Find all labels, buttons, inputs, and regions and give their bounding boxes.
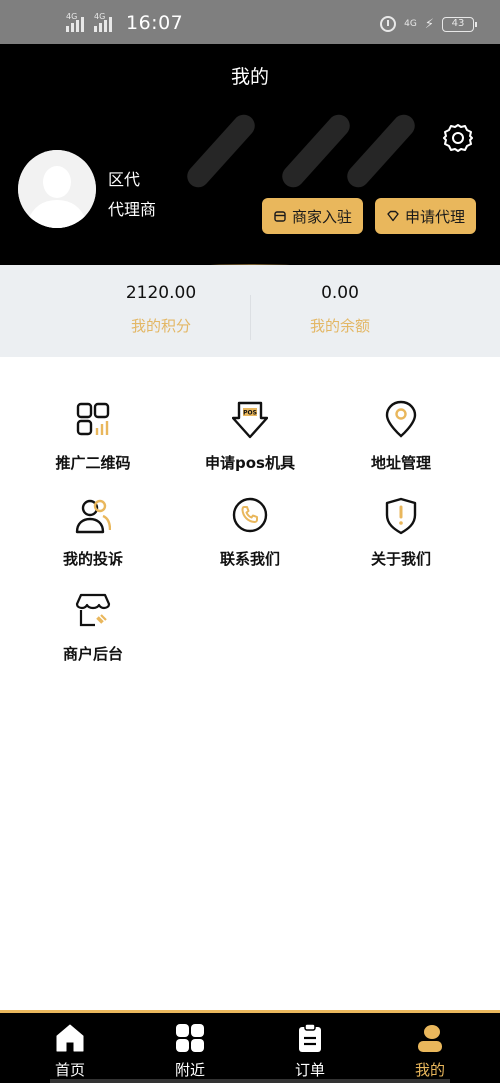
signal-icon: 4G (94, 12, 116, 32)
tab-orders[interactable]: 订单 (250, 1021, 370, 1083)
clock: 16:07 (126, 12, 184, 34)
tab-home[interactable]: 首页 (10, 1021, 130, 1083)
users-complaint-icon (75, 499, 111, 534)
gear-icon (443, 124, 473, 152)
grid-icon (176, 1024, 204, 1052)
phone-icon (232, 497, 268, 533)
diamond-icon (387, 210, 399, 222)
tab-label: 订单 (294, 1061, 325, 1079)
store-icon (274, 211, 286, 222)
tab-nearby[interactable]: 附近 (130, 1021, 250, 1083)
menu-item-pos[interactable]: POS 申请pos机具 (167, 400, 333, 492)
menu-item-complaint[interactable]: 我的投诉 (10, 496, 176, 588)
user-name: 区代 (108, 170, 141, 189)
shop-icon (75, 593, 111, 627)
apply-agent-label: 申请代理 (404, 207, 465, 226)
shield-info-icon (385, 497, 417, 535)
pos-machine-icon: POS (232, 401, 268, 439)
tab-label: 我的 (414, 1061, 445, 1079)
decorative-streak (182, 110, 260, 192)
menu-item-qrcode[interactable]: 推广二维码 (10, 400, 176, 492)
settings-button[interactable] (442, 122, 474, 154)
battery-icon: 43 (442, 16, 477, 32)
balance-label: 我的余额 (309, 317, 370, 335)
merchant-join-label: 商家入驻 (291, 207, 352, 226)
apply-agent-button[interactable]: 申请代理 (375, 198, 476, 234)
menu-label: 关于我们 (370, 550, 431, 568)
stats-panel: 2120.00 我的积分 0.00 我的余额 (0, 265, 500, 357)
svg-text:POS: POS (243, 410, 257, 417)
menu-label: 申请pos机具 (205, 454, 295, 472)
menu-item-about[interactable]: 关于我们 (318, 496, 484, 588)
menu-item-contact[interactable]: 联系我们 (167, 496, 333, 588)
app-root: { "status_bar": { "network_left": "4G", … (0, 0, 500, 1083)
status-left: 4G 4G 16:07 (66, 12, 183, 34)
qrcode-icon (76, 402, 110, 436)
charging-icon: ⚡ (424, 16, 434, 32)
menu-label: 推广二维码 (55, 454, 131, 472)
alarm-icon (380, 16, 397, 32)
tab-label: 附近 (174, 1061, 205, 1079)
menu-label: 联系我们 (219, 550, 280, 568)
default-avatar-icon (18, 150, 96, 228)
home-indicator (50, 1079, 450, 1083)
profile-icon (418, 1025, 442, 1052)
home-icon (56, 1024, 84, 1052)
menu-label: 地址管理 (370, 454, 431, 472)
user-role: 代理商 (108, 200, 157, 219)
page-title: 我的 (230, 66, 269, 88)
location-pin-icon (385, 400, 417, 438)
menu-label: 商户后台 (62, 645, 123, 663)
network-type: 4G (404, 19, 417, 29)
decorative-streak (342, 110, 420, 192)
signal-icon: 4G (66, 12, 88, 32)
decorative-streak (277, 110, 355, 192)
status-right: 4G ⚡ 43 (380, 14, 477, 34)
avatar[interactable] (18, 150, 96, 228)
bottom-tab-bar: 首页 附近 订单 我的 (0, 1010, 500, 1083)
balance-value: 0.00 (321, 283, 359, 303)
tab-label: 首页 (54, 1061, 85, 1079)
menu-item-address[interactable]: 地址管理 (318, 400, 484, 492)
profile-header: 我的 区代 代理商 商家入驻 申请代理 (0, 44, 500, 294)
clipboard-icon (299, 1023, 321, 1052)
menu-item-merchant-backend[interactable]: 商户后台 (10, 591, 176, 683)
balance-stat[interactable]: 0.00 我的余额 (215, 283, 465, 336)
status-bar: 4G 4G 16:07 4G ⚡ 43 (0, 0, 500, 44)
menu-label: 我的投诉 (62, 550, 123, 568)
merchant-join-button[interactable]: 商家入驻 (262, 198, 363, 234)
battery-level: 43 (451, 17, 465, 29)
tab-profile[interactable]: 我的 (370, 1021, 490, 1083)
